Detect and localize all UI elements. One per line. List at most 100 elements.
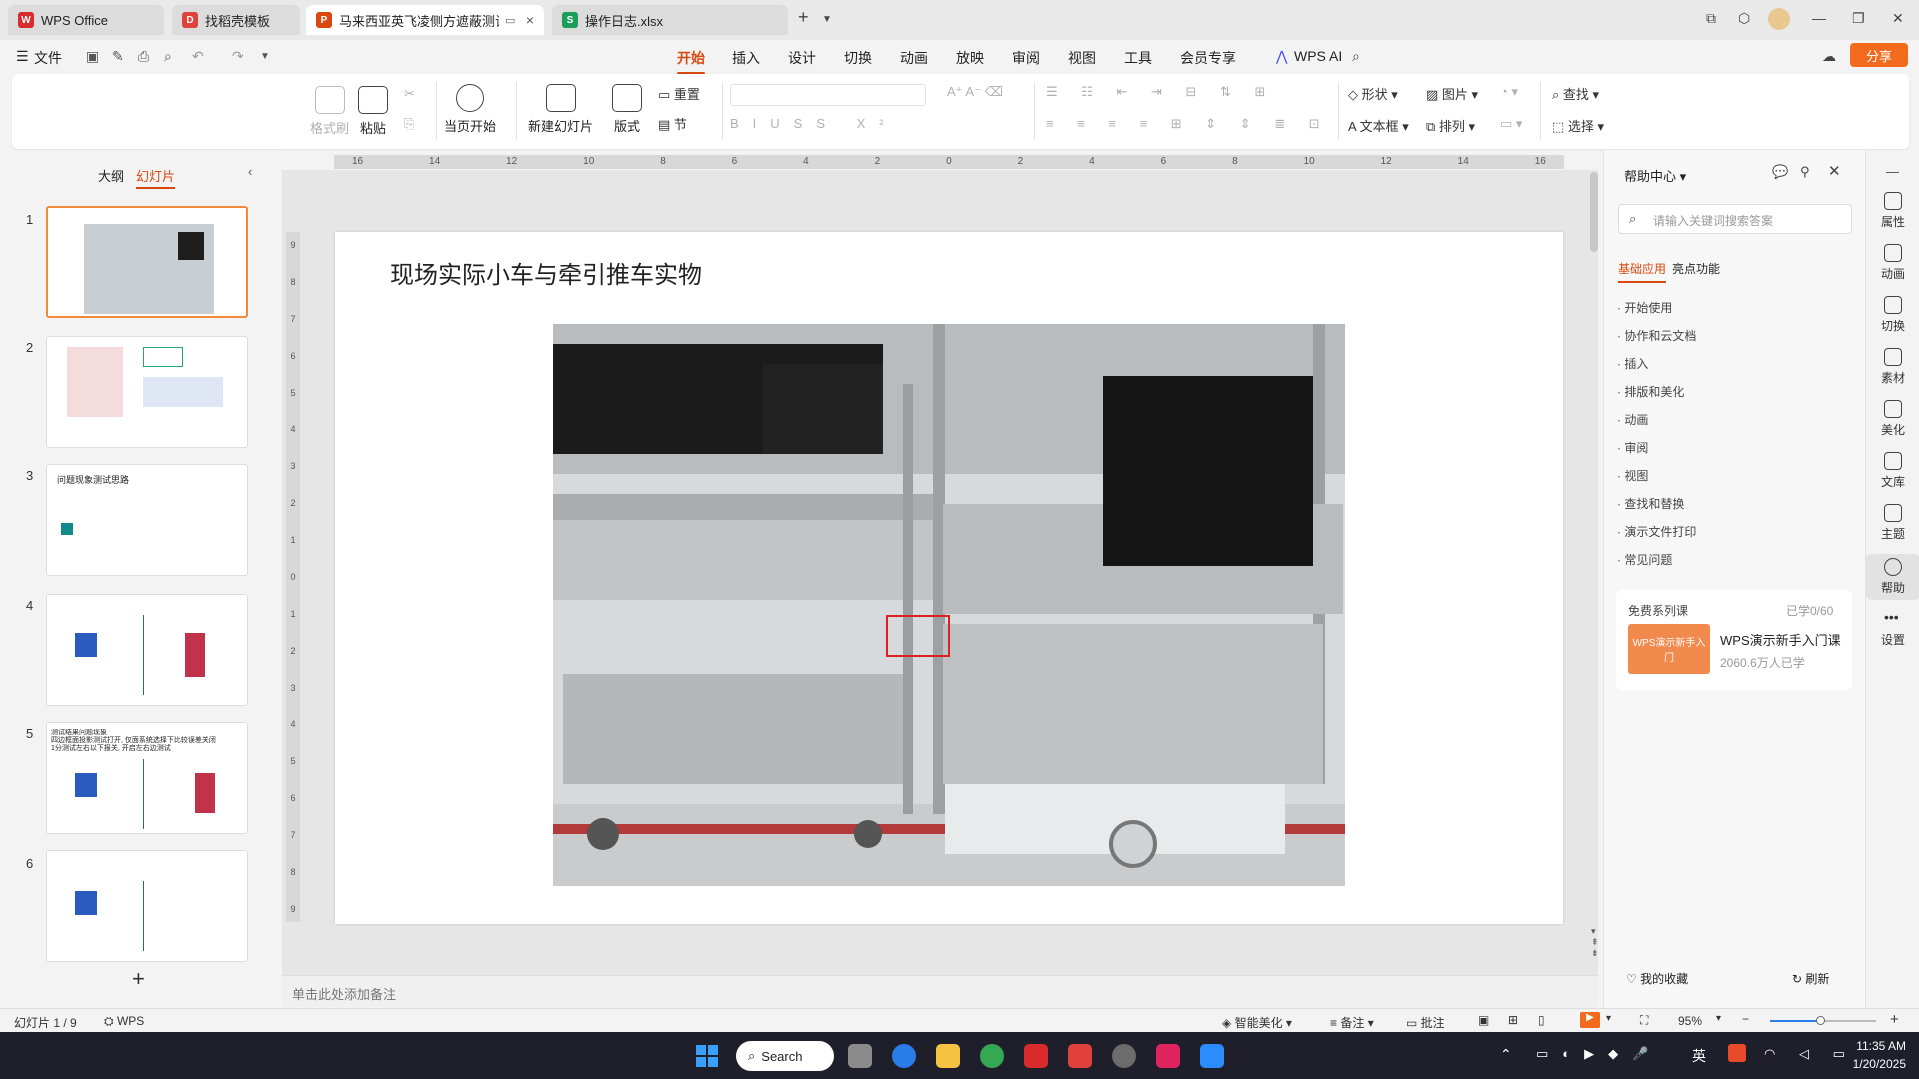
avatar[interactable] bbox=[1768, 8, 1790, 30]
paste-button[interactable]: 粘贴 bbox=[358, 86, 388, 137]
help-item[interactable]: · 动画 bbox=[1617, 411, 1648, 428]
help-item[interactable]: · 演示文件打印 bbox=[1617, 523, 1696, 540]
collapse-bar-icon[interactable]: — bbox=[1886, 164, 1899, 179]
chrome-icon[interactable] bbox=[980, 1044, 1004, 1068]
wps-tray-icon[interactable] bbox=[1728, 1044, 1746, 1062]
help-item[interactable]: · 开始使用 bbox=[1617, 299, 1672, 316]
fill-icon[interactable]: ◔ ▾ bbox=[1500, 84, 1518, 100]
close-tab-icon[interactable]: × bbox=[526, 12, 534, 28]
textbox-button[interactable]: A 文本框 ▾ bbox=[1348, 116, 1409, 135]
search-icon[interactable]: ⌕ bbox=[1352, 48, 1360, 65]
tab-view[interactable]: 视图 bbox=[1068, 48, 1096, 68]
wps-taskbar-icon[interactable] bbox=[1024, 1044, 1048, 1068]
scroll-arrows[interactable]: ▾ ⇞ ⇟ bbox=[1591, 926, 1599, 959]
slide-title[interactable]: 现场实际小车与牵引推车实物 bbox=[390, 255, 702, 290]
slide-thumb-2[interactable] bbox=[46, 336, 248, 448]
tab-transition[interactable]: 切换 bbox=[844, 48, 872, 68]
app-icon[interactable] bbox=[1112, 1044, 1136, 1068]
font-size-buttons[interactable]: A⁺ A⁻ ⌫ bbox=[947, 84, 1003, 100]
course-card[interactable]: 免费系列课 已学0/60 WPS演示新手入门 WPS演示新手入门课 2060.6… bbox=[1616, 590, 1852, 690]
tab-docer[interactable]: D 找稻壳模板 bbox=[172, 5, 300, 35]
reset-button[interactable]: ▭ 重置 bbox=[658, 84, 700, 103]
tab-review[interactable]: 审阅 bbox=[1012, 48, 1040, 68]
save-icon[interactable]: ▣ bbox=[86, 48, 99, 65]
arrange-button[interactable]: ⧉ 排列 ▾ bbox=[1426, 116, 1475, 135]
tab-presentation[interactable]: P 马来西亚英飞凌侧方遮蔽测试 ▭ × bbox=[306, 5, 544, 35]
zoom-slider-handle[interactable] bbox=[1816, 1016, 1825, 1025]
tab-tools[interactable]: 工具 bbox=[1124, 48, 1152, 68]
reading-view-icon[interactable]: ▯ bbox=[1538, 1013, 1545, 1027]
section-button[interactable]: ▤ 节 bbox=[658, 114, 687, 133]
new-slide-button[interactable]: 新建幻灯片 bbox=[528, 84, 593, 135]
cube-icon[interactable]: ⬡ bbox=[1738, 10, 1750, 27]
tab-design[interactable]: 设计 bbox=[788, 48, 816, 68]
properties-button[interactable]: 属性 bbox=[1866, 192, 1919, 230]
window-layout-icon[interactable]: ⧉ bbox=[1706, 10, 1716, 27]
help-button[interactable]: 帮助 bbox=[1866, 554, 1919, 600]
select-button[interactable]: ⬚ 选择 ▾ bbox=[1552, 116, 1604, 135]
chat-icon[interactable]: 💬 bbox=[1772, 164, 1788, 180]
play-options-icon[interactable]: ▾ bbox=[1606, 1013, 1611, 1024]
taskbar-search[interactable]: ⌕ Search bbox=[736, 1041, 834, 1071]
cloud-upload-icon[interactable]: ☁ bbox=[1822, 48, 1836, 65]
file-menu[interactable]: 文件 bbox=[34, 48, 62, 68]
assets-button[interactable]: 素材 bbox=[1866, 348, 1919, 386]
print-icon[interactable]: ⎙ bbox=[138, 48, 149, 65]
tab-highlights[interactable]: 亮点功能 bbox=[1672, 260, 1720, 277]
app-icon[interactable] bbox=[1156, 1044, 1180, 1068]
help-item[interactable]: · 排版和美化 bbox=[1617, 383, 1684, 400]
outline-tab[interactable]: 大纲 bbox=[98, 166, 124, 185]
chevron-down-icon[interactable]: ▼ bbox=[822, 14, 832, 25]
format-painter-button[interactable]: 格式刷 bbox=[310, 86, 349, 137]
slide-thumb-3[interactable]: 问题现象测试思路 bbox=[46, 464, 248, 576]
pin-icon[interactable]: ⚲ bbox=[1800, 164, 1810, 180]
redo-icon[interactable]: ↷ bbox=[232, 48, 244, 65]
horizontal-ruler[interactable]: 16 14 12 10 8 6 4 2 0 2 4 6 8 10 12 14 16 bbox=[334, 155, 1564, 169]
help-item[interactable]: · 插入 bbox=[1617, 355, 1648, 372]
task-view-icon[interactable] bbox=[848, 1044, 872, 1068]
favorites-button[interactable]: ♡ 我的收藏 bbox=[1626, 970, 1688, 987]
hamburger-icon[interactable]: ☰ bbox=[16, 48, 29, 65]
slide-thumb-6[interactable] bbox=[46, 850, 248, 962]
tab-animation[interactable]: 动画 bbox=[900, 48, 928, 68]
beautify-button[interactable]: 美化 bbox=[1866, 400, 1919, 438]
add-slide-button[interactable]: + bbox=[132, 966, 145, 992]
slide-thumb-1[interactable] bbox=[46, 206, 248, 318]
pen-icon[interactable]: ✎ bbox=[112, 48, 124, 65]
more-icon[interactable]: ▼ bbox=[260, 51, 270, 62]
notes-button[interactable]: ≡ 备注 ▾ bbox=[1330, 1014, 1374, 1031]
file-explorer-icon[interactable] bbox=[936, 1044, 960, 1068]
share-button[interactable]: 分享 bbox=[1850, 43, 1908, 67]
sorter-view-icon[interactable]: ⊞ bbox=[1508, 1013, 1518, 1027]
close-window-icon[interactable]: ✕ bbox=[1892, 10, 1904, 27]
help-panel-title[interactable]: 帮助中心 ▾ bbox=[1624, 166, 1686, 185]
theme-button[interactable]: 主题 bbox=[1866, 504, 1919, 542]
comments-button[interactable]: ▭ 批注 bbox=[1406, 1014, 1445, 1031]
tab-insert[interactable]: 插入 bbox=[732, 48, 760, 68]
help-item[interactable]: · 查找和替换 bbox=[1617, 495, 1684, 512]
help-search-input[interactable]: ⌕ 请输入关键词搜索答案 bbox=[1618, 204, 1852, 234]
help-item[interactable]: · 协作和云文档 bbox=[1617, 327, 1696, 344]
smart-beautify-button[interactable]: ◈ 智能美化 ▾ bbox=[1222, 1014, 1292, 1031]
help-item[interactable]: · 视图 bbox=[1617, 467, 1648, 484]
align-buttons[interactable]: ≡ ≡ ≡ ≡ ⊞ ⇕ ⇕ ≣ ⊡ bbox=[1046, 116, 1330, 132]
tab-home[interactable]: 开始 bbox=[677, 48, 705, 75]
collapse-icon[interactable]: ‹ bbox=[248, 164, 252, 179]
list-buttons[interactable]: ☰ ☷ ⇤ ⇥ ⊟ ⇅ ⊞ bbox=[1046, 84, 1275, 100]
tab-slideshow[interactable]: 放映 bbox=[956, 48, 984, 68]
settings-button[interactable]: ••• 设置 bbox=[1866, 610, 1919, 648]
wps-status[interactable]: ⛭ WPS bbox=[104, 1014, 144, 1029]
clock-date[interactable]: 1/20/2025 bbox=[1840, 1057, 1906, 1071]
font-style-buttons[interactable]: BIUSS X² bbox=[730, 116, 898, 131]
outline-icon[interactable]: ▭ ▾ bbox=[1500, 116, 1522, 132]
play-from-current-button[interactable]: 当页开始 bbox=[444, 84, 496, 135]
print-preview-icon[interactable]: ⌕ bbox=[164, 48, 172, 65]
help-item[interactable]: · 常见问题 bbox=[1617, 551, 1672, 568]
wps-pdf-icon[interactable] bbox=[1068, 1044, 1092, 1068]
zoom-out-icon[interactable]: − bbox=[1742, 1012, 1749, 1026]
tab-wps-office[interactable]: W WPS Office bbox=[8, 5, 164, 35]
close-panel-icon[interactable]: ✕ bbox=[1828, 162, 1841, 180]
tab-spreadsheet[interactable]: S 操作日志.xlsx bbox=[552, 5, 788, 35]
zoom-dropdown-icon[interactable]: ▾ bbox=[1716, 1013, 1721, 1024]
tray-icons[interactable]: ▭◐▶◆🎤 bbox=[1536, 1046, 1662, 1062]
